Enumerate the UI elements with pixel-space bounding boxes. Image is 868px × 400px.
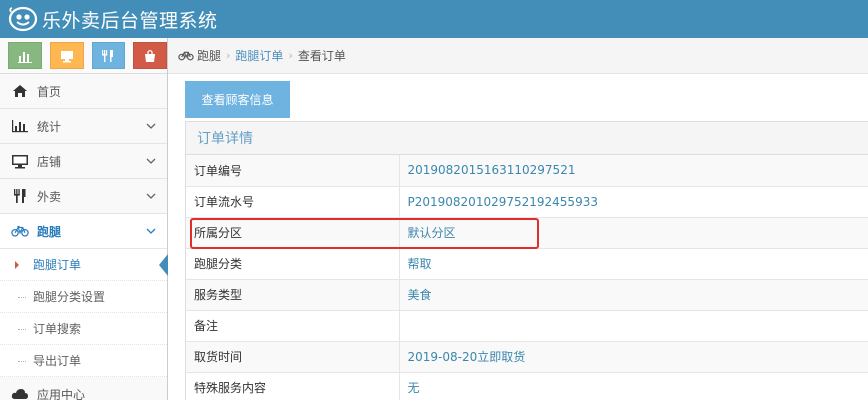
table-row: 备注: [186, 310, 868, 342]
sidebar-item-errand[interactable]: 跑腿: [0, 214, 167, 249]
breadcrumb-parent-link[interactable]: 跑腿订单: [235, 47, 283, 64]
app-title: 乐外卖后台管理系统: [42, 9, 218, 32]
breadcrumb-current: 查看订单: [297, 49, 346, 63]
table-row: 跑腿分类 帮取: [186, 248, 868, 280]
sidebar-item-label: 应用中心: [37, 387, 86, 400]
row-value: 2019-08-20立即取货: [399, 341, 868, 373]
order-detail-table: 订单编号 20190820151631102975​21 订单流水号 P201908…: [186, 155, 868, 400]
chevron-down-icon: [146, 193, 156, 199]
row-key: 特殊服务内容: [186, 372, 400, 400]
table-row: 订单编号 20190820151631102975​21: [186, 155, 868, 187]
row-key: 服务类型: [186, 279, 400, 311]
sidebar-item-label: 首页: [37, 84, 62, 99]
row-value: 20190820151631102975​21: [399, 155, 868, 187]
caret-right-icon: [15, 261, 19, 269]
fork-knife-icon: [11, 188, 29, 204]
order-detail-panel: 订单详情 订单编号 20190820151631102975​21 订单流水号 P2…: [185, 121, 868, 400]
row-value: 帮取: [399, 248, 868, 280]
sidebar-subitem-errand-orders[interactable]: 跑腿订单: [0, 249, 168, 281]
sidebar-item-label: 统计: [37, 119, 62, 134]
shortcut-store-button[interactable]: [49, 42, 84, 69]
sidebar: 首页 统计 店铺 外卖 跑腿 跑腿订单 跑腿分类设置 订单搜索 导出订单 应用中…: [0, 38, 168, 400]
sidebar-item-label: 跑腿: [37, 224, 62, 239]
breadcrumb-separator-icon: ›: [288, 49, 293, 62]
breadcrumb: 跑腿 › 跑腿订单 › 查看订单: [168, 38, 868, 74]
fork-knife-icon: [102, 49, 114, 62]
chevron-down-icon: [146, 158, 156, 164]
table-row: 服务类型 美食: [186, 279, 868, 311]
row-key: 订单编号: [186, 155, 400, 187]
bicycle-icon: [11, 223, 29, 239]
bar-chart-icon: [11, 118, 29, 134]
breadcrumb-separator-icon: ›: [226, 49, 231, 62]
sidebar-subitem-label: 跑腿订单: [33, 258, 82, 272]
table-row: 取货时间 2019-08-20立即取货: [186, 341, 868, 373]
home-icon: [11, 83, 29, 99]
sidebar-item-app-center[interactable]: 应用中心: [0, 377, 167, 400]
panel-title: 订单详情: [197, 131, 253, 147]
chevron-down-icon: [146, 123, 156, 129]
active-indicator: [159, 254, 168, 276]
sidebar-subitem-label: 导出订单: [33, 354, 82, 368]
row-value: 美食: [399, 279, 868, 311]
shopping-bag-icon: [145, 49, 156, 62]
row-value: [399, 310, 868, 342]
sidebar-item-takeout[interactable]: 外卖: [0, 179, 167, 214]
sidebar-item-store[interactable]: 店铺: [0, 144, 167, 179]
highlight-annotation-box: [190, 218, 539, 249]
breadcrumb-root[interactable]: 跑腿: [197, 47, 221, 64]
monitor-icon: [11, 153, 29, 169]
monitor-icon: [60, 50, 73, 62]
view-customer-info-button[interactable]: 查看顾客信息: [185, 81, 290, 118]
sidebar-item-label: 外卖: [37, 189, 62, 204]
table-row: 订单流水号 P20190820102975219245​5933: [186, 186, 868, 218]
row-value: P20190820102975219245​5933: [399, 186, 868, 218]
sidebar-subitem-label: 订单搜索: [33, 322, 82, 336]
chevron-down-icon: [146, 228, 156, 234]
bar-chart-icon: [17, 51, 32, 63]
shortcut-errand-button[interactable]: [133, 42, 167, 69]
cloud-icon: [11, 386, 29, 400]
row-key: 取货时间: [186, 341, 400, 373]
row-value: 无: [399, 372, 868, 400]
sidebar-subitem-export-orders[interactable]: 导出订单: [0, 345, 167, 377]
shortcut-stats-button[interactable]: [8, 42, 42, 69]
sidebar-subitem-label: 跑腿分类设置: [33, 290, 106, 304]
sidebar-item-stats[interactable]: 统计: [0, 109, 167, 144]
bicycle-icon: [178, 51, 194, 61]
table-row: 特殊服务内容无: [186, 372, 868, 400]
sidebar-item-label: 店铺: [37, 154, 62, 169]
row-key: 跑腿分类: [186, 248, 400, 280]
top-navbar: 乐外卖后台管理系统: [0, 0, 868, 38]
sidebar-subitem-order-search[interactable]: 订单搜索: [0, 313, 167, 345]
sidebar-shortcuts: [0, 38, 167, 74]
shortcut-takeout-button[interactable]: [91, 42, 126, 69]
sidebar-item-home[interactable]: 首页: [0, 74, 167, 109]
panel-header: 订单详情: [186, 122, 868, 155]
row-key: 备注: [186, 310, 400, 342]
logo-icon: [8, 6, 38, 32]
brand[interactable]: 乐外卖后台管理系统: [0, 6, 218, 33]
sidebar-subitem-errand-category[interactable]: 跑腿分类设置: [0, 281, 167, 313]
row-key: 订单流水号: [186, 186, 400, 218]
